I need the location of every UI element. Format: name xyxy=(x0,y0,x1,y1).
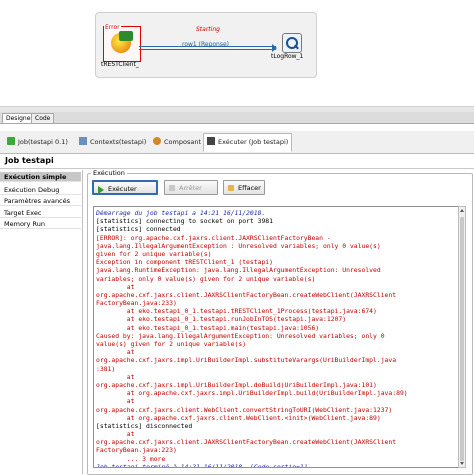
mode-tabs: Designer Code xyxy=(0,112,474,124)
log-row-icon[interactable] xyxy=(282,33,302,53)
contexts-icon xyxy=(79,137,87,145)
tlogrow-label: tLogRow_1 xyxy=(271,53,304,60)
console-line: Démarrage du job testapi a 14:21 16/11/2… xyxy=(96,209,266,217)
component-icon xyxy=(153,137,161,145)
console-line: org.apache.cxf.jaxrs.impl.UriBuilderImpl… xyxy=(96,380,377,389)
job-status-label: Starting xyxy=(196,26,220,33)
console-line: at eko.testapi_0_1.testapi.main(testapi.… xyxy=(96,323,320,332)
play-icon xyxy=(98,186,104,194)
console-line: org.apache.cxf.jaxrs.client.WebClient.co… xyxy=(96,405,393,414)
stop-button[interactable]: Arrêter xyxy=(164,180,218,195)
tab-contexts[interactable]: Contexts(testapi) xyxy=(76,134,149,151)
console-scrollbar[interactable] xyxy=(458,206,466,468)
divider xyxy=(0,168,474,169)
scroll-up-icon[interactable] xyxy=(460,209,464,212)
tab-execute-label: Exécuter (Job testapi) xyxy=(218,138,289,146)
console-line: Exception in component tRESTClient_1 (te… xyxy=(96,258,273,267)
console-line: java.lang.RuntimeException: java.lang.Il… xyxy=(96,266,381,275)
row-link-shadow xyxy=(139,49,276,50)
console-line: variables; only 0 value(s) given for 2 u… xyxy=(96,274,316,283)
console-line: Job testapi terminé à 14:21 16/11/2018. … xyxy=(96,462,308,468)
console-line: at xyxy=(96,282,135,291)
console-line: at xyxy=(96,397,135,406)
stop-icon xyxy=(169,185,175,191)
tab-code[interactable]: Code xyxy=(31,113,55,123)
console-line: FactoryBean.java:233) xyxy=(96,299,177,308)
console-line: :381) xyxy=(96,364,116,373)
tab-contexts-label: Contexts(testapi) xyxy=(90,138,147,146)
view-tabs: Job(testapi 0.1) Contexts(testapi) Compo… xyxy=(0,131,474,154)
sidebar-item-simple-run[interactable]: Exécution simple xyxy=(0,172,81,182)
execution-sidebar: Exécution simple Exécution Debug Paramèt… xyxy=(0,172,82,474)
console-line: value(s) given for 2 unique variable(s) xyxy=(96,340,247,348)
execute-icon xyxy=(207,137,215,145)
console-line: [ERROR]: org.apache.cxf.jaxrs.client.JAX… xyxy=(96,233,331,242)
link-arrow-icon xyxy=(272,44,277,52)
scroll-down-icon[interactable] xyxy=(460,462,464,465)
stop-button-label: Arrêter xyxy=(179,184,202,192)
tab-job[interactable]: Job(testapi 0.1) xyxy=(4,134,71,151)
run-job-icon xyxy=(7,137,15,145)
console-line: java.lang.IllegalArgumentException : Unr… xyxy=(96,241,381,250)
clear-button[interactable]: Effacer xyxy=(223,180,265,195)
console-line: org.apache.cxf.jaxrs.client.JAXRSClientF… xyxy=(96,290,397,299)
clear-button-label: Effacer xyxy=(238,184,261,192)
console-lines: Démarrage du job testapi a 14:21 16/11/2… xyxy=(96,209,446,468)
console-line: FactoryBean.java:223) xyxy=(96,446,177,455)
run-button-label: Exécuter xyxy=(108,185,137,193)
job-designer-canvas[interactable]: Error tRESTClient_ Starting row1 (Repons… xyxy=(0,0,474,106)
console-line: at org.apache.cxf.jaxrs.client.WebClient… xyxy=(96,413,381,422)
console-line: at org.apache.cxf.jaxrs.impl.UriBuilderI… xyxy=(96,389,408,398)
console-line: at xyxy=(96,348,135,357)
sidebar-item-advanced-settings[interactable]: Paramètres avancés xyxy=(0,196,81,206)
run-button[interactable]: Exécuter xyxy=(92,180,158,195)
console-line: [statistics] connecting to socket on por… xyxy=(96,217,273,226)
console-line: ... 3 more xyxy=(96,454,166,463)
console-line: [statistics] connected xyxy=(96,225,181,234)
rest-client-icon xyxy=(111,31,133,53)
sidebar-item-debug-run[interactable]: Exécution Debug xyxy=(0,185,81,195)
console-line: [statistics] disconnected xyxy=(96,421,193,430)
page-title: Job testapi xyxy=(5,156,54,165)
scroll-thumb[interactable] xyxy=(460,217,464,461)
tab-component-label: Composant xyxy=(164,138,201,146)
sidebar-divider xyxy=(82,170,83,474)
console-line: org.apache.cxf.jaxrs.impl.UriBuilderImpl… xyxy=(96,356,397,365)
console-line: at eko.testapi_0_1.testapi.runJobInTOS(t… xyxy=(96,315,347,324)
tab-component[interactable]: Composant xyxy=(150,134,204,151)
tab-execute[interactable]: Exécuter (Job testapi) xyxy=(203,133,293,152)
sidebar-item-target-exec[interactable]: Target Exec xyxy=(0,208,81,218)
console-line: at xyxy=(96,430,135,439)
error-badge: Error xyxy=(104,24,121,31)
console-output[interactable]: Démarrage du job testapi a 14:21 16/11/2… xyxy=(93,206,459,468)
console-line: Caused by: java.lang.IllegalArgumentExce… xyxy=(96,331,385,340)
console-line: at eko.testapi_0_1.testapi.tRESTClient_1… xyxy=(96,307,377,316)
sidebar-item-memory-run[interactable]: Memory Run xyxy=(0,219,81,229)
clear-icon xyxy=(228,185,234,191)
row-link[interactable] xyxy=(139,46,276,47)
console-line: org.apache.cxf.jaxrs.client.JAXRSClientF… xyxy=(96,438,397,447)
trestclient-label: tRESTClient_ xyxy=(101,61,139,68)
execution-group-label: Exécution xyxy=(91,169,127,177)
tab-job-label: Job(testapi 0.1) xyxy=(18,138,68,146)
console-line: at xyxy=(96,372,135,381)
console-line: given for 2 unique variable(s) xyxy=(96,249,212,258)
